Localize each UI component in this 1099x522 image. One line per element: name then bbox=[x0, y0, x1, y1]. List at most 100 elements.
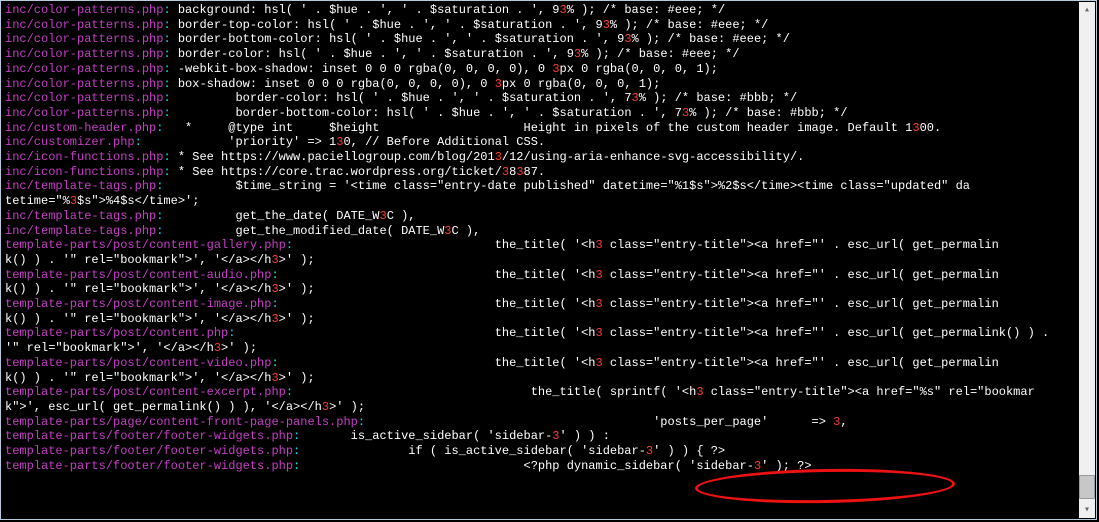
line-text: class="entry-title"><a href="' . esc_url… bbox=[603, 297, 999, 311]
line-text: k() ) . '" rel="bookmark">', '</a></h bbox=[5, 282, 271, 296]
line-text: ' ); ?> bbox=[761, 459, 811, 473]
line-text: >' ); bbox=[329, 400, 365, 414]
line-text: box-shadow: inset 0 0 0 rgba(0, 0, 0, 0)… bbox=[171, 77, 495, 91]
line-text: get_the_modified_date( DATE_W bbox=[163, 224, 444, 238]
match-highlight: 3 bbox=[271, 371, 278, 385]
output-line: inc/color-patterns.php: border-top-color… bbox=[5, 18, 1075, 33]
output-line: inc/color-patterns.php: border-bottom-co… bbox=[5, 106, 1075, 121]
line-text: border-bottom-color: hsl( ' . $hue . ', … bbox=[171, 106, 682, 120]
line-text: the_title( '<h bbox=[279, 268, 596, 282]
match-highlight: 3 bbox=[603, 18, 610, 32]
line-text: % ); /* base: #eee; */ bbox=[632, 32, 790, 46]
separator-colon: : bbox=[271, 297, 278, 311]
line-text: % ); /* base: #eee; */ bbox=[581, 47, 739, 61]
line-text: % ); /* base: #eee; */ bbox=[610, 18, 768, 32]
separator-colon: : bbox=[163, 62, 170, 76]
file-path: inc/customizer.php bbox=[5, 135, 135, 149]
file-path: template-parts/page/content-front-page-p… bbox=[5, 415, 358, 429]
line-text: border-top-color: hsl( ' . $hue . ', ' .… bbox=[171, 18, 603, 32]
line-text: , bbox=[840, 415, 847, 429]
output-line: k() ) . '" rel="bookmark">', '</a></h3>'… bbox=[5, 312, 1075, 327]
line-text: k">', esc_url( get_permalink() ) ), '</a… bbox=[5, 400, 322, 414]
vertical-scrollbar[interactable]: ▴ ▾ bbox=[1079, 2, 1095, 518]
match-highlight: 3 bbox=[516, 165, 523, 179]
line-text: <?php dynamic_sidebar( 'sidebar- bbox=[300, 459, 754, 473]
separator-colon: : bbox=[358, 415, 365, 429]
grep-output[interactable]: inc/color-patterns.php: background: hsl(… bbox=[1, 1, 1079, 519]
line-text: >' ); bbox=[279, 282, 315, 296]
separator-colon: : bbox=[271, 268, 278, 282]
line-text: 87. bbox=[524, 165, 546, 179]
output-line: inc/color-patterns.php: -webkit-box-shad… bbox=[5, 62, 1075, 77]
output-line: inc/color-patterns.php: border-color: hs… bbox=[5, 91, 1075, 106]
separator-colon: : bbox=[163, 3, 170, 17]
line-text: class="entry-title"><a href="%s" rel="bo… bbox=[704, 385, 1035, 399]
file-path: template-parts/footer/footer-widgets.php bbox=[5, 429, 293, 443]
line-text: >' ); bbox=[279, 253, 315, 267]
match-highlight: 3 bbox=[379, 209, 386, 223]
file-path: inc/color-patterns.php bbox=[5, 77, 163, 91]
match-highlight: 3 bbox=[624, 32, 631, 46]
file-path: template-parts/footer/footer-widgets.php bbox=[5, 444, 293, 458]
file-path: inc/color-patterns.php bbox=[5, 18, 163, 32]
match-highlight: 3 bbox=[322, 400, 329, 414]
match-highlight: 3 bbox=[912, 121, 919, 135]
separator-colon: : bbox=[286, 385, 293, 399]
output-line: inc/color-patterns.php: box-shadow: inse… bbox=[5, 77, 1075, 92]
output-line: template-parts/footer/footer-widgets.php… bbox=[5, 429, 1075, 444]
output-line: template-parts/post/content-excerpt.php:… bbox=[5, 385, 1075, 400]
line-text: C ), bbox=[387, 209, 416, 223]
file-path: inc/color-patterns.php bbox=[5, 3, 163, 17]
separator-colon: : bbox=[163, 32, 170, 46]
match-highlight: 3 bbox=[214, 341, 221, 355]
scroll-down-arrow[interactable]: ▾ bbox=[1080, 503, 1094, 517]
line-text: is_active_sidebar( 'sidebar- bbox=[300, 429, 552, 443]
line-text: ' ) ) : bbox=[560, 429, 610, 443]
line-text: k() ) . '" rel="bookmark">', '</a></h bbox=[5, 371, 271, 385]
line-text: background: hsl( ' . $hue . ', ' . $satu… bbox=[171, 3, 560, 17]
separator-colon: : bbox=[163, 106, 170, 120]
file-path: inc/template-tags.php bbox=[5, 209, 156, 223]
line-text: px 0 rgba(0, 0, 0, 1); bbox=[560, 62, 718, 76]
output-line: template-parts/post/content-image.php: t… bbox=[5, 297, 1075, 312]
file-path: template-parts/footer/footer-widgets.php bbox=[5, 459, 293, 473]
line-text: the_title( sprintf( '<h bbox=[293, 385, 696, 399]
output-line: inc/template-tags.php: $time_string = '<… bbox=[5, 179, 1075, 194]
separator-colon: : bbox=[271, 356, 278, 370]
match-highlight: 3 bbox=[495, 150, 502, 164]
line-text: class="entry-title"><a href="' . esc_url… bbox=[603, 326, 1057, 340]
line-text: 00. bbox=[920, 121, 942, 135]
match-highlight: 3 bbox=[271, 253, 278, 267]
match-highlight: 3 bbox=[596, 326, 603, 340]
match-highlight: 3 bbox=[271, 282, 278, 296]
line-text: the_title( '<h bbox=[279, 356, 596, 370]
output-line: inc/color-patterns.php: border-color: hs… bbox=[5, 47, 1075, 62]
scroll-up-arrow[interactable]: ▴ bbox=[1080, 3, 1094, 17]
file-path: inc/icon-functions.php bbox=[5, 150, 163, 164]
match-highlight: 3 bbox=[444, 224, 451, 238]
output-line: template-parts/post/content-audio.php: t… bbox=[5, 268, 1075, 283]
separator-colon: : bbox=[163, 18, 170, 32]
line-text: class="entry-title"><a href="' . esc_url… bbox=[603, 356, 999, 370]
output-line: template-parts/post/content.php: the_tit… bbox=[5, 326, 1075, 341]
output-line: inc/template-tags.php: get_the_date( DAT… bbox=[5, 209, 1075, 224]
line-text: the_title( '<h bbox=[235, 326, 595, 340]
line-text: k() ) . '" rel="bookmark">', '</a></h bbox=[5, 312, 271, 326]
file-path: inc/color-patterns.php bbox=[5, 32, 163, 46]
match-highlight: 3 bbox=[552, 62, 559, 76]
line-text: /12/using-aria-enhance-svg-accessibility… bbox=[502, 150, 804, 164]
output-line: inc/color-patterns.php: border-bottom-co… bbox=[5, 32, 1075, 47]
line-text: '" rel="bookmark">', '</a></h bbox=[5, 341, 214, 355]
scroll-thumb[interactable] bbox=[1079, 475, 1095, 499]
separator-colon: : bbox=[286, 238, 293, 252]
output-line: template-parts/post/content-video.php: t… bbox=[5, 356, 1075, 371]
line-text: if ( is_active_sidebar( 'sidebar- bbox=[300, 444, 646, 458]
file-path: inc/template-tags.php bbox=[5, 224, 156, 238]
line-text: 'priority' => 1 bbox=[142, 135, 336, 149]
line-text: border-bottom-color: hsl( ' . $hue . ', … bbox=[171, 32, 625, 46]
match-highlight: 3 bbox=[560, 3, 567, 17]
line-text: % ); /* base: #eee; */ bbox=[567, 3, 725, 17]
file-path: inc/color-patterns.php bbox=[5, 62, 163, 76]
line-text: * See https://core.trac.wordpress.org/ti… bbox=[171, 165, 502, 179]
match-highlight: 3 bbox=[596, 238, 603, 252]
